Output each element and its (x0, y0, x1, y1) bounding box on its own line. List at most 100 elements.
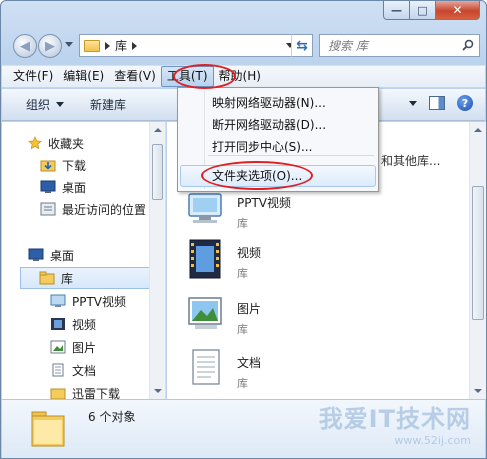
organize-button[interactable]: 组织 (2, 96, 74, 113)
back-button[interactable]: ◀ (13, 34, 37, 58)
nav-pane-scroll-thumb[interactable] (152, 144, 163, 200)
forward-button[interactable]: ▶ (38, 34, 62, 58)
video-library-icon (51, 318, 65, 330)
nav-downloads[interactable]: 下载 (40, 154, 86, 176)
explorer-window: — □ ✕ ◀ ▶ 库 ⇆ 搜索 库 文件(F) 编辑(E) 查看(V) 工具(… (0, 0, 487, 459)
new-library-button[interactable]: 新建库 (74, 96, 136, 113)
navigation-pane: 收藏夹 下载 桌面 最近访问的位置 桌面 库 PPTV视频 视频 图片 文档 迅… (2, 122, 166, 399)
library-item-name: 视频 (237, 245, 262, 260)
nav-library[interactable]: 库 (20, 267, 165, 289)
nav-pictures[interactable]: 图片 (50, 336, 96, 358)
video-library-icon (189, 239, 221, 279)
menu-bar: 文件(F) 编辑(E) 查看(V) 工具(T) 帮助(H) (2, 65, 485, 88)
search-icon[interactable] (462, 39, 474, 51)
nav-desktop[interactable]: 桌面 (28, 244, 74, 266)
nav-favorites[interactable]: 收藏夹 (28, 132, 84, 154)
help-icon[interactable]: ? (457, 95, 473, 111)
nav-videos-label: 视频 (72, 317, 97, 332)
menu-edit[interactable]: 编辑(E) (58, 66, 109, 87)
maximize-button[interactable]: □ (410, 1, 436, 20)
refresh-button[interactable]: ⇆ (291, 34, 313, 57)
address-row: ◀ ▶ 库 ⇆ 搜索 库 (9, 33, 480, 59)
library-item-name: 图片 (237, 301, 262, 316)
library-folder-icon (39, 271, 55, 285)
view-options-dropdown-icon[interactable] (409, 100, 417, 106)
library-item-type: 库 (237, 376, 248, 390)
star-icon (28, 136, 42, 150)
annotation-ring-tools (173, 64, 236, 89)
library-folder-large-icon (31, 411, 65, 447)
details-pane: 6 个对象 我爱IT技术网 www.52ij.com (2, 399, 485, 458)
downloads-folder-icon (40, 160, 56, 172)
menu-disconnect-network-drive[interactable]: 断开网络驱动器(D)... (180, 114, 376, 136)
new-library-label: 新建库 (90, 98, 127, 112)
nav-pictures-label: 图片 (72, 340, 97, 355)
pptv-library-icon (188, 193, 222, 223)
scroll-down-icon[interactable] (154, 389, 162, 393)
library-item-name: 文档 (237, 355, 262, 370)
nav-desktop-fav[interactable]: 桌面 (40, 176, 86, 198)
nav-thunder[interactable]: 迅雷下载 (50, 382, 120, 399)
nav-documents[interactable]: 文档 (50, 359, 96, 381)
document-library-icon (192, 349, 220, 385)
menu-map-network-drive[interactable]: 映射网络驱动器(N)... (180, 92, 376, 114)
preview-pane-icon[interactable] (429, 96, 445, 110)
back-arrow-icon: ◀ (20, 38, 30, 54)
minimize-button[interactable]: — (383, 1, 410, 20)
nav-library-label: 库 (61, 271, 74, 286)
nav-downloads-label: 下载 (62, 158, 87, 173)
library-item-documents[interactable]: 文档 库 (185, 348, 261, 396)
nav-favorites-label: 收藏夹 (48, 136, 85, 151)
desktop-icon (28, 248, 44, 261)
desktop-icon (40, 180, 56, 193)
nav-desktop-fav-label: 桌面 (62, 180, 87, 195)
nav-pptv[interactable]: PPTV视频 (50, 290, 126, 312)
chevron-down-icon (56, 102, 65, 107)
scroll-up-icon[interactable] (154, 128, 162, 132)
nav-videos[interactable]: 视频 (50, 313, 96, 335)
menu-file[interactable]: 文件(F) (8, 66, 58, 87)
library-item-type: 库 (237, 322, 248, 336)
toolbar-right-group: ? (409, 95, 473, 111)
breadcrumb-library[interactable]: 库 (115, 37, 127, 54)
item-count: 6 个对象 (88, 410, 136, 424)
content-scrollbar[interactable] (469, 122, 486, 399)
menu-view[interactable]: 查看(V) (109, 66, 161, 87)
library-folder-icon (84, 39, 100, 52)
search-input[interactable]: 搜索 库 (319, 34, 480, 57)
picture-library-icon (50, 340, 66, 354)
refresh-icon: ⇆ (296, 37, 308, 54)
scroll-up-icon[interactable] (474, 128, 482, 132)
content-scroll-thumb[interactable] (472, 186, 484, 320)
library-item-name: PPTV视频 (237, 195, 292, 210)
nav-desktop-label: 桌面 (50, 248, 75, 263)
library-header-fragment: 和其他库... (381, 154, 441, 168)
thunder-download-icon (50, 388, 66, 399)
watermark-url: www.52ij.com (394, 434, 471, 447)
nav-documents-label: 文档 (72, 363, 97, 378)
address-bar[interactable]: 库 (79, 34, 313, 57)
window-controls: — □ ✕ (383, 1, 480, 21)
nav-pptv-label: PPTV视频 (72, 294, 127, 309)
organize-label: 组织 (26, 98, 51, 112)
document-library-icon (52, 363, 64, 377)
library-item-pictures[interactable]: 图片 库 (185, 294, 261, 342)
breadcrumb-arrow-icon[interactable] (105, 41, 110, 50)
library-item-type: 库 (237, 266, 248, 280)
library-item-pptv[interactable]: PPTV视频 库 (185, 188, 291, 236)
library-item-videos[interactable]: 视频 库 (185, 238, 261, 286)
close-button[interactable]: ✕ (436, 1, 480, 20)
picture-library-icon (188, 297, 222, 329)
recent-places-icon (40, 202, 56, 216)
forward-arrow-icon: ▶ (45, 38, 55, 54)
nav-thunder-label: 迅雷下载 (72, 386, 121, 400)
breadcrumb-arrow-icon[interactable] (132, 41, 138, 50)
watermark-main: 我爱IT技术网 (318, 405, 471, 433)
scroll-down-icon[interactable] (474, 389, 482, 393)
recent-pages-dropdown-icon[interactable] (65, 42, 73, 47)
site-watermark: 我爱IT技术网 www.52ij.com (319, 399, 471, 447)
nav-recent-label: 最近访问的位置 (62, 202, 147, 217)
nav-recent[interactable]: 最近访问的位置 (40, 198, 146, 220)
search-placeholder: 搜索 库 (328, 39, 368, 53)
nav-pane-scrollbar[interactable] (149, 122, 165, 399)
